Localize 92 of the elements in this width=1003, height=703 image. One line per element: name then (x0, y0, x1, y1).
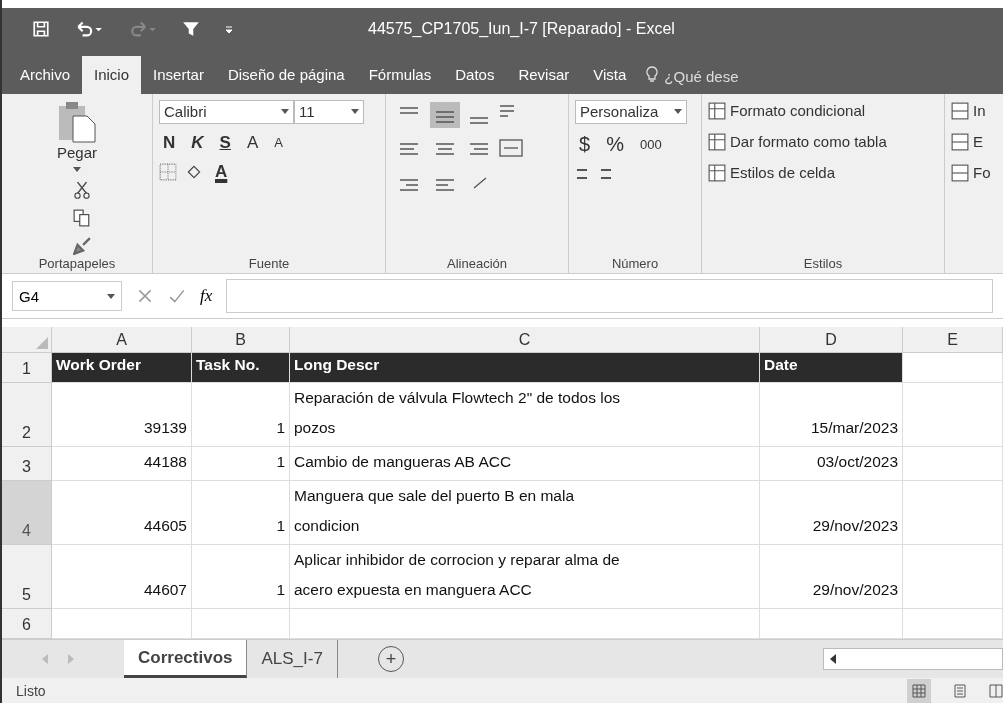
redo-icon[interactable] (128, 19, 158, 38)
header-cell: Work Order (52, 353, 192, 384)
table-icon (708, 132, 726, 151)
cells-icon (951, 101, 969, 120)
font-color-button[interactable]: A (211, 161, 232, 182)
ribbon-tab[interactable]: Insertar (141, 55, 216, 94)
grow-font-button[interactable]: A (242, 132, 263, 153)
table-cell: 15/mar/2023 (760, 383, 903, 447)
sheet-tab[interactable]: Correctivos (124, 640, 248, 679)
name-box[interactable]: G4 (12, 281, 122, 312)
row-header[interactable]: 3 (2, 447, 52, 482)
formula-input[interactable] (226, 279, 993, 314)
ribbon-tab[interactable]: Revisar (506, 55, 582, 94)
table-cell: 44607 (52, 545, 192, 610)
styles-menu-button[interactable]: Dar formato como tabla (708, 130, 938, 153)
tell-me-field[interactable]: ¿Qué dese (662, 66, 777, 86)
table-icon (708, 101, 726, 120)
group-label: Fuente (247, 256, 291, 272)
borders-icon[interactable] (159, 162, 177, 181)
comma-style-button[interactable]: 000 (635, 136, 666, 152)
caret-icon (351, 109, 359, 115)
table-cell: 44605 (52, 481, 192, 546)
table-cell: Reparación de válvula Flowtech 2" de todos los pozos (290, 383, 760, 447)
ribbon-tab[interactable]: Archivo (8, 55, 83, 94)
clipboard-icon[interactable] (57, 99, 97, 144)
table-cell: 03/oct/2023 (760, 447, 903, 482)
paste-label[interactable]: Pegar (57, 143, 97, 161)
shrink-font-button[interactable]: A (270, 135, 287, 151)
table-cell: 1 (192, 383, 290, 447)
save-icon[interactable] (32, 19, 50, 38)
lightbulb-icon (646, 65, 659, 84)
table-cell: 1 (192, 481, 290, 546)
styles-menu-button[interactable]: Formato condicional (708, 99, 938, 122)
currency-button[interactable]: $ (575, 132, 595, 156)
cells-menu-button[interactable]: Fo (951, 161, 997, 184)
brush-icon[interactable] (73, 236, 91, 255)
ribbon-tab[interactable]: Diseño de página (215, 55, 357, 94)
table-cell: 39139 (52, 383, 192, 447)
customize-icon[interactable] (224, 23, 234, 34)
group-label: Estilos (802, 256, 844, 272)
group-label: Portapapeles (37, 256, 117, 272)
row-header[interactable]: 4 (2, 481, 52, 546)
ribbon-tab[interactable]: Datos (443, 55, 507, 94)
cells-icon (951, 132, 969, 151)
number-format-dropdown[interactable]: Personaliza (575, 99, 687, 124)
font-name-dropdown[interactable]: Calibri (159, 99, 294, 124)
table-icon (708, 163, 726, 182)
normal-view-icon[interactable] (907, 678, 931, 703)
table-cell: Cambio de mangueras AB ACC (290, 447, 760, 482)
scroll-left-icon[interactable] (830, 654, 836, 665)
ribbon-tab[interactable]: Vista (581, 55, 639, 94)
caret-icon (281, 109, 289, 115)
header-cell: Task No. (192, 353, 290, 384)
caret-icon[interactable] (73, 166, 81, 172)
row-header[interactable]: 6 (2, 609, 52, 640)
group-label: Alineación (446, 256, 508, 272)
row-header[interactable]: 2 (2, 383, 52, 447)
table-cell: 1 (192, 447, 290, 482)
table-cell: 29/nov/2023 (760, 545, 903, 610)
percent-button[interactable]: % (602, 132, 628, 156)
cells-icon (951, 163, 969, 182)
font-size-dropdown[interactable]: 11 (294, 99, 364, 124)
ribbon-tab[interactable]: Fórmulas (356, 55, 444, 94)
table-cell: Manguera que sale del puerto B en mala condicion (290, 481, 760, 546)
underline-button[interactable]: S (215, 132, 235, 153)
triangle-icon (36, 337, 48, 350)
table-cell: 1 (192, 545, 290, 610)
caret-icon (107, 293, 115, 299)
copy-icon[interactable] (73, 208, 91, 227)
row-header[interactable]: 5 (2, 545, 52, 610)
cells-menu-button[interactable]: E (951, 130, 997, 153)
header-cell: Date (760, 353, 903, 384)
insert-function-button[interactable]: fx (200, 286, 213, 307)
bold-button[interactable]: N (159, 132, 180, 153)
filter-icon[interactable] (182, 19, 200, 38)
window-title: 44575_CP1705_Iun_I-7 [Reparado] - Excel (368, 19, 675, 38)
scissors-icon[interactable] (73, 180, 91, 199)
header-cell: Long Descr (290, 353, 760, 384)
cells-menu-button[interactable]: In (951, 99, 997, 122)
group-label: Número (610, 256, 660, 272)
table-cell: 29/nov/2023 (760, 481, 903, 546)
caret-icon (674, 109, 682, 115)
horizontal-scrollbar[interactable] (823, 648, 1003, 671)
page-layout-icon[interactable] (953, 683, 967, 698)
table-cell: 44188 (52, 447, 192, 482)
row-header[interactable]: 1 (2, 353, 52, 384)
styles-menu-button[interactable]: Estilos de celda (708, 161, 938, 184)
page-break-icon[interactable] (989, 683, 1003, 698)
ribbon-tab[interactable]: Inicio (82, 55, 142, 94)
status-text: Listo (16, 682, 46, 699)
table-cell: Aplicar inhibidor de corrocion y reparar alma de acero expuesta en manguera ACC (290, 545, 760, 610)
italic-button[interactable]: K (187, 132, 208, 153)
